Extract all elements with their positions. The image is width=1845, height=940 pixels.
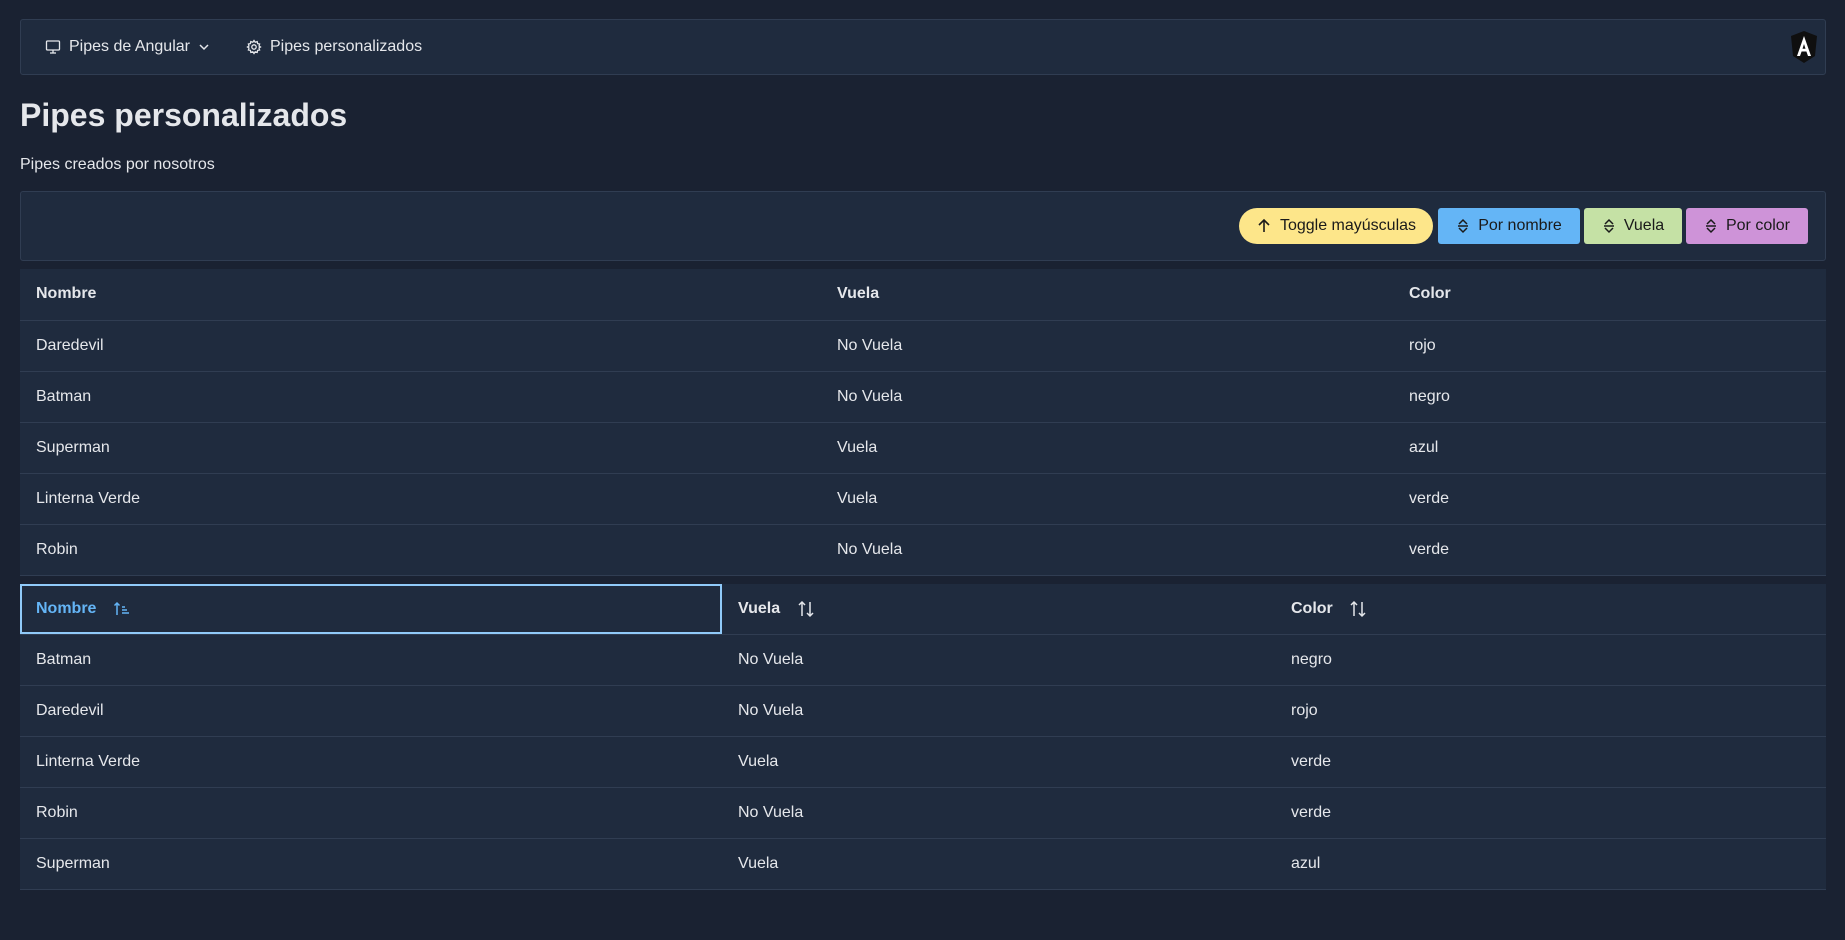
cell-vuela: No Vuela [821, 524, 1393, 576]
cell-vuela: Vuela [722, 838, 1275, 890]
table-header-row: Nombre Vuela Color [20, 584, 1826, 635]
sort-icon [1603, 218, 1614, 234]
menu-pipes-de-angular[interactable]: Pipes de Angular [45, 20, 210, 74]
column-header-vuela: Vuela [821, 269, 1393, 321]
table-row: Robin No Vuela verde [20, 524, 1826, 576]
table-row: Daredevil No Vuela rojo [20, 685, 1826, 737]
toolbar: Toggle mayúsculas Por nombre Vuela Por c… [20, 191, 1826, 261]
header-nombre-label: Nombre [36, 599, 97, 617]
cell-color: verde [1393, 473, 1826, 525]
cell-nombre: Superman [20, 838, 722, 890]
sortable-heroes-table: Nombre Vuela Color Batman No Vuela negro… [20, 584, 1826, 890]
cell-color: azul [1275, 838, 1826, 890]
sort-by-name-label: Por nombre [1478, 217, 1562, 234]
cell-nombre: Daredevil [20, 685, 722, 737]
cell-color: verde [1393, 524, 1826, 576]
cell-nombre: Robin [20, 524, 821, 576]
cell-vuela: Vuela [821, 473, 1393, 525]
cell-vuela: No Vuela [722, 787, 1275, 839]
cell-nombre: Superman [20, 422, 821, 474]
chevron-down-icon [198, 41, 210, 53]
table-header-row: Nombre Vuela Color [20, 269, 1826, 321]
sort-by-vuela-button[interactable]: Vuela [1584, 208, 1682, 244]
cell-color: azul [1393, 422, 1826, 474]
page-subtitle: Pipes creados por nosotros [20, 156, 215, 173]
table-row: Linterna Verde Vuela verde [20, 473, 1826, 525]
table-row: Batman No Vuela negro [20, 634, 1826, 686]
sort-unsorted-icon [1350, 600, 1366, 617]
cell-vuela: No Vuela [821, 371, 1393, 423]
cell-color: negro [1393, 371, 1826, 423]
sortable-header-nombre[interactable]: Nombre [20, 584, 722, 635]
cell-vuela: No Vuela [722, 634, 1275, 686]
sort-by-color-button[interactable]: Por color [1686, 208, 1808, 244]
header-vuela-label: Vuela [738, 599, 781, 617]
table-row: Batman No Vuela negro [20, 371, 1826, 423]
cell-nombre: Linterna Verde [20, 736, 722, 788]
table-row: Superman Vuela azul [20, 422, 1826, 474]
cell-vuela: Vuela [722, 736, 1275, 788]
cell-nombre: Linterna Verde [20, 473, 821, 525]
sortable-header-color[interactable]: Color [1275, 584, 1826, 635]
toggle-uppercase-button[interactable]: Toggle mayúsculas [1239, 208, 1433, 244]
cell-color: rojo [1275, 685, 1826, 737]
menubar: Pipes de Angular Pipes personalizados [20, 19, 1826, 75]
heroes-table: Nombre Vuela Color Daredevil No Vuela ro… [20, 269, 1826, 576]
angular-logo [1789, 30, 1819, 64]
cell-vuela: No Vuela [821, 320, 1393, 372]
cell-nombre: Robin [20, 787, 722, 839]
column-header-nombre: Nombre [20, 269, 821, 321]
cell-vuela: No Vuela [722, 685, 1275, 737]
cell-color: verde [1275, 736, 1826, 788]
page-title: Pipes personalizados [20, 97, 348, 133]
cell-nombre: Batman [20, 634, 722, 686]
sort-by-name-button[interactable]: Por nombre [1438, 208, 1580, 244]
table-row: Linterna Verde Vuela verde [20, 736, 1826, 788]
cell-color: negro [1275, 634, 1826, 686]
table-row: Robin No Vuela verde [20, 787, 1826, 839]
menu-personal-label: Pipes personalizados [270, 38, 423, 55]
arrow-up-icon [1258, 218, 1270, 232]
desktop-icon [45, 39, 61, 55]
sort-ascending-icon [113, 601, 129, 615]
cell-color: verde [1275, 787, 1826, 839]
table-row: Superman Vuela azul [20, 838, 1826, 890]
cell-nombre: Daredevil [20, 320, 821, 372]
gear-icon [246, 39, 262, 55]
cell-vuela: Vuela [821, 422, 1393, 474]
sort-by-color-label: Por color [1725, 217, 1791, 234]
cell-color: rojo [1393, 320, 1826, 372]
column-header-color: Color [1393, 269, 1826, 321]
sortable-header-vuela[interactable]: Vuela [722, 584, 1275, 635]
sort-by-vuela-label: Vuela [1623, 217, 1665, 234]
menu-pipes-label: Pipes de Angular [69, 38, 190, 55]
sort-icon [1458, 218, 1469, 234]
toggle-uppercase-label: Toggle mayúsculas [1279, 217, 1417, 234]
cell-nombre: Batman [20, 371, 821, 423]
table-row: Daredevil No Vuela rojo [20, 320, 1826, 372]
menu-pipes-personalizados[interactable]: Pipes personalizados [246, 20, 422, 74]
header-color-label: Color [1291, 599, 1333, 617]
sort-unsorted-icon [798, 600, 814, 617]
sort-icon [1705, 218, 1716, 234]
